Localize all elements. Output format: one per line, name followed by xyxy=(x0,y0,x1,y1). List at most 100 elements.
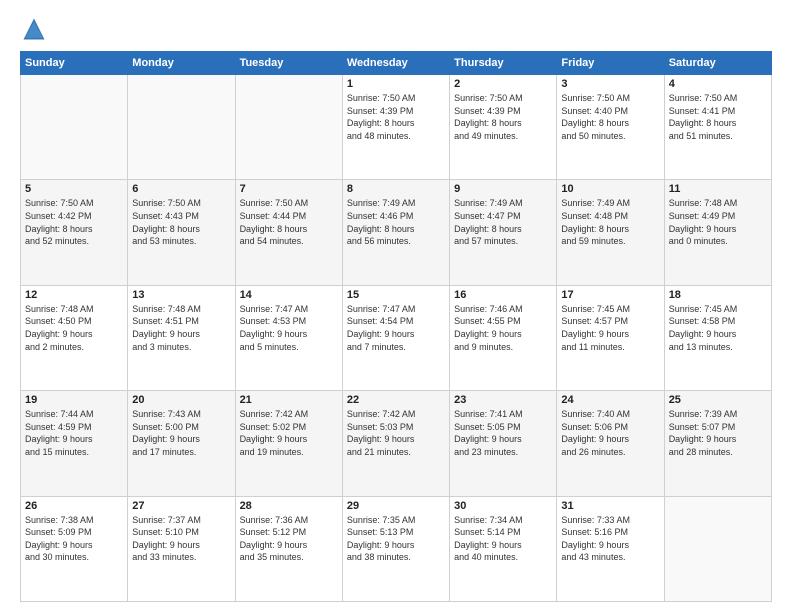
calendar-cell: 16 Sunrise: 7:46 AM Sunset: 4:55 PM Dayli… xyxy=(450,285,557,390)
week-row-2: 5 Sunrise: 7:50 AM Sunset: 4:42 PM Daylig… xyxy=(21,180,772,285)
day-number: 22 xyxy=(347,394,445,406)
calendar-cell xyxy=(128,75,235,180)
day-info: Sunrise: 7:50 AM Sunset: 4:44 PM Dayligh… xyxy=(240,197,338,247)
day-info: Sunrise: 7:49 AM Sunset: 4:46 PM Dayligh… xyxy=(347,197,445,247)
day-info: Sunrise: 7:50 AM Sunset: 4:43 PM Dayligh… xyxy=(132,197,230,247)
day-number: 4 xyxy=(669,78,767,90)
day-number: 13 xyxy=(132,289,230,301)
day-info: Sunrise: 7:38 AM Sunset: 5:09 PM Dayligh… xyxy=(25,514,123,564)
day-info: Sunrise: 7:36 AM Sunset: 5:12 PM Dayligh… xyxy=(240,514,338,564)
day-info: Sunrise: 7:39 AM Sunset: 5:07 PM Dayligh… xyxy=(669,408,767,458)
day-info: Sunrise: 7:49 AM Sunset: 4:48 PM Dayligh… xyxy=(561,197,659,247)
day-number: 14 xyxy=(240,289,338,301)
day-number: 1 xyxy=(347,78,445,90)
calendar-cell: 13 Sunrise: 7:48 AM Sunset: 4:51 PM Dayli… xyxy=(128,285,235,390)
day-number: 19 xyxy=(25,394,123,406)
calendar-cell: 12 Sunrise: 7:48 AM Sunset: 4:50 PM Dayli… xyxy=(21,285,128,390)
day-info: Sunrise: 7:48 AM Sunset: 4:49 PM Dayligh… xyxy=(669,197,767,247)
calendar-cell: 11 Sunrise: 7:48 AM Sunset: 4:49 PM Dayli… xyxy=(664,180,771,285)
weekday-wednesday: Wednesday xyxy=(342,52,449,75)
calendar-cell: 7 Sunrise: 7:50 AM Sunset: 4:44 PM Daylig… xyxy=(235,180,342,285)
calendar-cell xyxy=(21,75,128,180)
calendar-table: SundayMondayTuesdayWednesdayThursdayFrid… xyxy=(20,51,772,602)
calendar-cell: 4 Sunrise: 7:50 AM Sunset: 4:41 PM Daylig… xyxy=(664,75,771,180)
week-row-5: 26 Sunrise: 7:38 AM Sunset: 5:09 PM Dayli… xyxy=(21,496,772,601)
weekday-friday: Friday xyxy=(557,52,664,75)
calendar-cell xyxy=(664,496,771,601)
day-info: Sunrise: 7:33 AM Sunset: 5:16 PM Dayligh… xyxy=(561,514,659,564)
calendar-cell: 17Sunrise: 7:45 AM Sunset: 4:57 PM Dayli… xyxy=(557,285,664,390)
day-info: Sunrise: 7:48 AM Sunset: 4:50 PM Dayligh… xyxy=(25,303,123,353)
calendar-cell: 1Sunrise: 7:50 AM Sunset: 4:39 PM Daylig… xyxy=(342,75,449,180)
day-number: 26 xyxy=(25,500,123,512)
day-number: 2 xyxy=(454,78,552,90)
day-number: 6 xyxy=(132,183,230,195)
calendar-cell: 9 Sunrise: 7:49 AM Sunset: 4:47 PM Daylig… xyxy=(450,180,557,285)
day-info: Sunrise: 7:46 AM Sunset: 4:55 PM Dayligh… xyxy=(454,303,552,353)
day-number: 24 xyxy=(561,394,659,406)
day-number: 31 xyxy=(561,500,659,512)
day-info: Sunrise: 7:37 AM Sunset: 5:10 PM Dayligh… xyxy=(132,514,230,564)
logo-icon xyxy=(20,15,48,43)
day-info: Sunrise: 7:48 AM Sunset: 4:51 PM Dayligh… xyxy=(132,303,230,353)
calendar-cell: 28Sunrise: 7:36 AM Sunset: 5:12 PM Dayli… xyxy=(235,496,342,601)
day-number: 11 xyxy=(669,183,767,195)
day-info: Sunrise: 7:45 AM Sunset: 4:57 PM Dayligh… xyxy=(561,303,659,353)
day-number: 30 xyxy=(454,500,552,512)
day-number: 5 xyxy=(25,183,123,195)
calendar-cell: 19 Sunrise: 7:44 AM Sunset: 4:59 PM Dayli… xyxy=(21,391,128,496)
calendar-cell: 8 Sunrise: 7:49 AM Sunset: 4:46 PM Daylig… xyxy=(342,180,449,285)
day-info: Sunrise: 7:41 AM Sunset: 5:05 PM Dayligh… xyxy=(454,408,552,458)
day-info: Sunrise: 7:50 AM Sunset: 4:42 PM Dayligh… xyxy=(25,197,123,247)
day-info: Sunrise: 7:45 AM Sunset: 4:58 PM Dayligh… xyxy=(669,303,767,353)
day-info: Sunrise: 7:47 AM Sunset: 4:54 PM Dayligh… xyxy=(347,303,445,353)
calendar-cell: 27 Sunrise: 7:37 AM Sunset: 5:10 PM Dayli… xyxy=(128,496,235,601)
week-row-4: 19 Sunrise: 7:44 AM Sunset: 4:59 PM Dayli… xyxy=(21,391,772,496)
weekday-sunday: Sunday xyxy=(21,52,128,75)
week-row-1: 1 Sunrise: 7:50 AM Sunset: 4:39 PM Daylig… xyxy=(21,75,772,180)
day-info: Sunrise: 7:50 AM Sunset: 4:40 PM Dayligh… xyxy=(561,92,659,142)
day-number: 29 xyxy=(347,500,445,512)
weekday-header-row: SundayMondayTuesdayWednesdayThursdayFrid… xyxy=(21,52,772,75)
header xyxy=(20,15,772,43)
day-number: 12 xyxy=(25,289,123,301)
weekday-thursday: Thursday xyxy=(450,52,557,75)
calendar-cell: 30Sunrise: 7:34 AM Sunset: 5:14 PM Dayli… xyxy=(450,496,557,601)
day-number: 16 xyxy=(454,289,552,301)
calendar-cell: 5 Sunrise: 7:50 AM Sunset: 4:42 PM Daylig… xyxy=(21,180,128,285)
calendar-cell: 23 Sunrise: 7:41 AM Sunset: 5:05 PM Dayli… xyxy=(450,391,557,496)
day-info: Sunrise: 7:50 AM Sunset: 4:41 PM Dayligh… xyxy=(669,92,767,142)
day-number: 18 xyxy=(669,289,767,301)
day-number: 8 xyxy=(347,183,445,195)
day-number: 27 xyxy=(132,500,230,512)
day-number: 7 xyxy=(240,183,338,195)
calendar-cell: 6 Sunrise: 7:50 AM Sunset: 4:43 PM Daylig… xyxy=(128,180,235,285)
calendar-cell: 26 Sunrise: 7:38 AM Sunset: 5:09 PM Dayli… xyxy=(21,496,128,601)
day-number: 10 xyxy=(561,183,659,195)
weekday-monday: Monday xyxy=(128,52,235,75)
calendar-cell: 15Sunrise: 7:47 AM Sunset: 4:54 PM Dayli… xyxy=(342,285,449,390)
calendar-cell: 20Sunrise: 7:43 AM Sunset: 5:00 PM Dayli… xyxy=(128,391,235,496)
calendar-cell: 14Sunrise: 7:47 AM Sunset: 4:53 PM Dayli… xyxy=(235,285,342,390)
day-number: 21 xyxy=(240,394,338,406)
calendar-cell: 22 Sunrise: 7:42 AM Sunset: 5:03 PM Dayli… xyxy=(342,391,449,496)
weekday-saturday: Saturday xyxy=(664,52,771,75)
day-info: Sunrise: 7:50 AM Sunset: 4:39 PM Dayligh… xyxy=(454,92,552,142)
logo xyxy=(20,15,52,43)
day-info: Sunrise: 7:42 AM Sunset: 5:02 PM Dayligh… xyxy=(240,408,338,458)
day-number: 3 xyxy=(561,78,659,90)
calendar-cell: 2 Sunrise: 7:50 AM Sunset: 4:39 PM Daylig… xyxy=(450,75,557,180)
week-row-3: 12 Sunrise: 7:48 AM Sunset: 4:50 PM Dayli… xyxy=(21,285,772,390)
day-number: 23 xyxy=(454,394,552,406)
day-info: Sunrise: 7:44 AM Sunset: 4:59 PM Dayligh… xyxy=(25,408,123,458)
page: SundayMondayTuesdayWednesdayThursdayFrid… xyxy=(0,0,792,612)
day-info: Sunrise: 7:49 AM Sunset: 4:47 PM Dayligh… xyxy=(454,197,552,247)
calendar-cell: 3 Sunrise: 7:50 AM Sunset: 4:40 PM Daylig… xyxy=(557,75,664,180)
day-info: Sunrise: 7:42 AM Sunset: 5:03 PM Dayligh… xyxy=(347,408,445,458)
day-number: 9 xyxy=(454,183,552,195)
day-number: 25 xyxy=(669,394,767,406)
day-info: Sunrise: 7:43 AM Sunset: 5:00 PM Dayligh… xyxy=(132,408,230,458)
calendar-cell: 25 Sunrise: 7:39 AM Sunset: 5:07 PM Dayli… xyxy=(664,391,771,496)
weekday-tuesday: Tuesday xyxy=(235,52,342,75)
calendar-cell: 29Sunrise: 7:35 AM Sunset: 5:13 PM Dayli… xyxy=(342,496,449,601)
